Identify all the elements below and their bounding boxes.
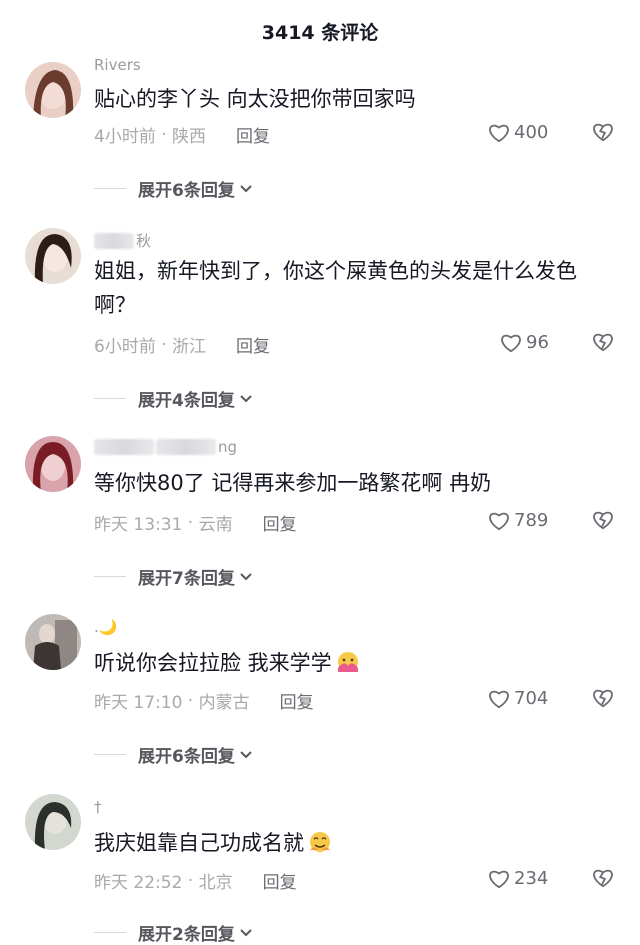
like-button[interactable]: 96	[500, 332, 549, 353]
like-button[interactable]: 234	[488, 868, 548, 889]
hug-emoji-icon	[337, 652, 358, 672]
like-button[interactable]: 789	[488, 510, 548, 531]
broken-heart-icon	[593, 511, 613, 530]
divider-line	[94, 188, 126, 189]
comment-username[interactable]: †	[94, 798, 102, 816]
comment-location: 内蒙古	[198, 693, 250, 713]
chevron-down-icon	[240, 750, 252, 758]
like-count: 789	[514, 510, 549, 531]
expand-replies-label: 展开4条回复	[138, 391, 235, 411]
expand-replies-label: 展开6条回复	[138, 747, 235, 767]
divider-line	[94, 398, 126, 399]
comment-time: 6小时前	[94, 337, 156, 357]
comment-meta: 昨天 17:10 · 内蒙古 回复	[94, 688, 314, 714]
broken-heart-icon	[593, 689, 613, 708]
comment-text: 等你快80了 记得再来参加一路繁花啊 冉奶	[94, 471, 492, 495]
reply-button[interactable]: 回复	[280, 688, 314, 713]
avatar[interactable]	[25, 62, 81, 118]
chevron-down-icon	[240, 572, 252, 580]
comment-meta: 4小时前 · 陕西 回复	[94, 122, 270, 148]
dislike-button[interactable]	[592, 688, 614, 712]
chevron-down-icon	[240, 184, 252, 192]
heart-icon	[501, 334, 521, 352]
expand-replies-button[interactable]: 展开6条回复	[94, 176, 253, 201]
like-count: 234	[514, 868, 549, 889]
expand-replies-button[interactable]: 展开2条回复	[94, 920, 253, 945]
divider-line	[94, 754, 126, 755]
heart-icon	[489, 512, 509, 530]
comment-location: 北京	[198, 873, 233, 893]
reply-button[interactable]: 回复	[236, 122, 270, 147]
comment-meta: 昨天 22:52 · 北京 回复	[94, 868, 297, 894]
avatar[interactable]	[25, 794, 81, 850]
comments-count-title: 3414 条评论	[261, 21, 379, 44]
comment-text: 姐姐，新年快到了，你这个屎黄色的头发是什么发色啊？	[94, 259, 577, 317]
dislike-button[interactable]	[592, 510, 614, 534]
comment-username[interactable]: Rivers	[94, 56, 141, 74]
reply-button[interactable]: 回复	[236, 332, 270, 357]
comment-text: 我庆姐靠自己功成名就	[94, 826, 614, 860]
expand-replies-label: 展开7条回复	[138, 569, 235, 589]
divider-line	[94, 576, 126, 577]
comment-time: 4小时前	[94, 127, 156, 147]
like-count: 400	[514, 122, 549, 143]
divider-line	[94, 932, 126, 933]
reply-button[interactable]: 回复	[263, 868, 297, 893]
comment-username[interactable]: 秋	[94, 230, 151, 251]
reply-button[interactable]: 回复	[263, 510, 297, 535]
comment-text: 听说你会拉拉脸 我来学学	[94, 646, 614, 680]
avatar[interactable]	[25, 228, 81, 284]
avatar[interactable]	[25, 614, 81, 670]
comments-header: 3414 条评论	[0, 0, 640, 62]
dislike-button[interactable]	[592, 122, 614, 146]
avatar[interactable]	[25, 436, 81, 492]
comment-meta: 昨天 13:31 · 云南 回复	[94, 510, 297, 536]
comment-username[interactable]: ng	[94, 438, 237, 456]
expand-replies-button[interactable]: 展开7条回复	[94, 564, 253, 589]
heart-icon	[489, 870, 509, 888]
dislike-button[interactable]	[592, 332, 614, 356]
comment-username[interactable]: .🌙	[94, 618, 117, 636]
heart-icon	[489, 124, 509, 142]
broken-heart-icon	[593, 869, 613, 888]
like-button[interactable]: 400	[488, 122, 548, 143]
expand-replies-button[interactable]: 展开4条回复	[94, 386, 253, 411]
broken-heart-icon	[593, 123, 613, 142]
chevron-down-icon	[240, 928, 252, 936]
heart-icon	[489, 690, 509, 708]
comment-text: 贴心的李丫头 向太没把你带回家吗	[94, 87, 416, 111]
expand-replies-button[interactable]: 展开6条回复	[94, 742, 253, 767]
like-count: 704	[514, 688, 549, 709]
comment-location: 云南	[198, 515, 233, 535]
comment-location: 陕西	[172, 127, 207, 147]
comment-meta: 6小时前 · 浙江 回复	[94, 332, 270, 358]
comment-time: 昨天 22:52	[94, 873, 183, 893]
like-button[interactable]: 704	[488, 688, 548, 709]
like-count: 96	[526, 332, 549, 353]
chevron-down-icon	[240, 394, 252, 402]
comment-location: 浙江	[172, 337, 207, 357]
expand-replies-label: 展开2条回复	[138, 925, 235, 945]
broken-heart-icon	[593, 333, 613, 352]
expand-replies-label: 展开6条回复	[138, 181, 235, 201]
comment-time: 昨天 13:31	[94, 515, 183, 535]
comment-time: 昨天 17:10	[94, 693, 183, 713]
smiling-emoji-icon	[310, 832, 330, 852]
dislike-button[interactable]	[592, 868, 614, 892]
